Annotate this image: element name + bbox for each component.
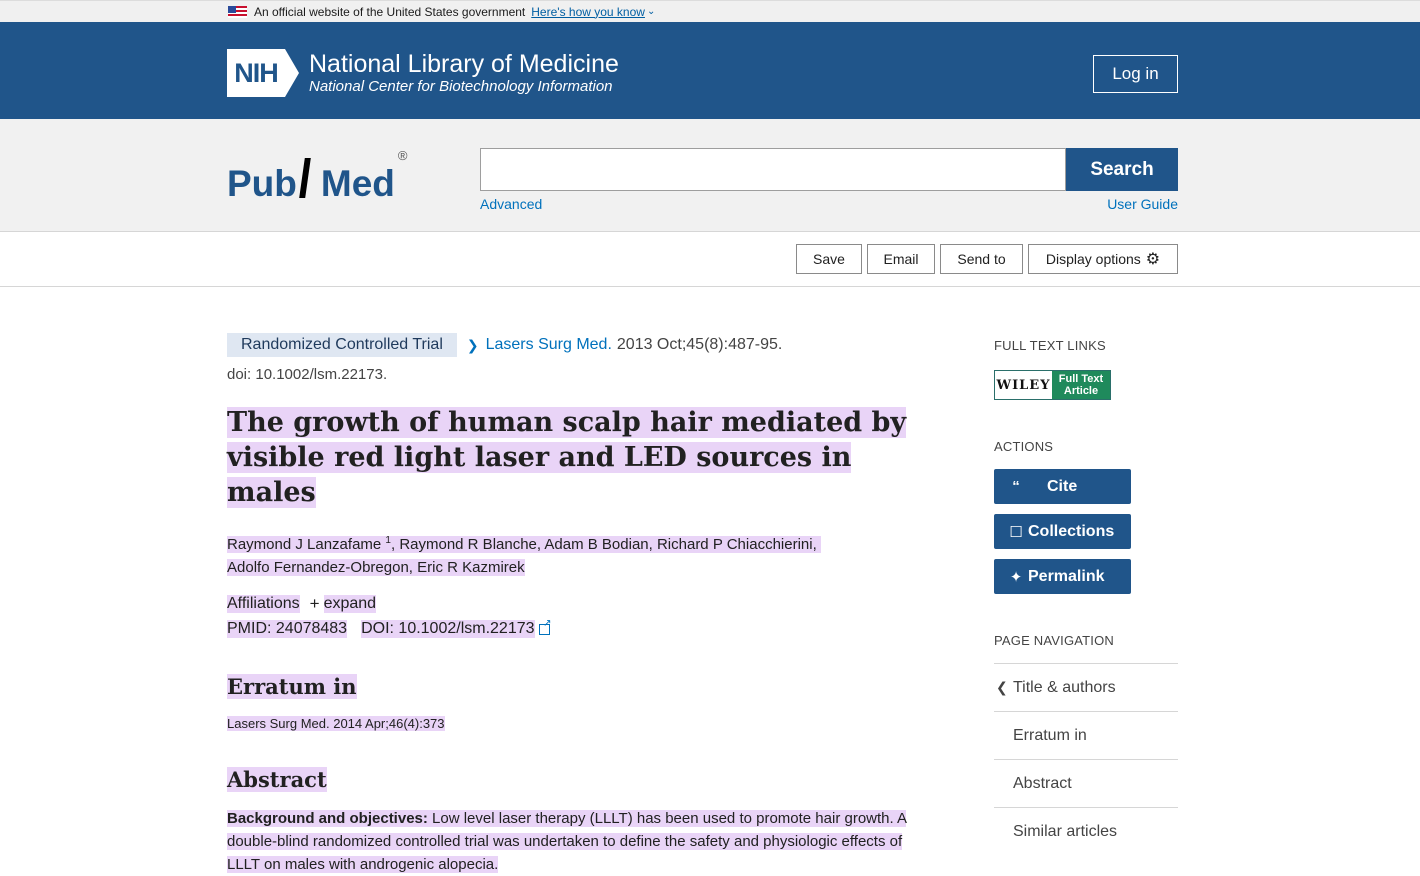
quote-icon: “ — [1012, 478, 1020, 495]
book-icon — [298, 158, 320, 204]
wiley-logo: WILEY — [995, 371, 1052, 399]
article-toolbar: Save Email Send to Display options ⚙ — [0, 232, 1420, 287]
registered-mark: ® — [397, 148, 408, 163]
pubmed-logo-med: Med — [320, 163, 395, 204]
page-navigation-heading: PAGE NAVIGATION — [994, 633, 1115, 648]
user-guide-link[interactable]: User Guide — [1107, 196, 1178, 212]
erratum-citation[interactable]: Lasers Surg Med. 2014 Apr;46(4):373 — [227, 716, 445, 731]
full-text-links-heading: FULL TEXT LINKS — [994, 338, 1106, 353]
save-button[interactable]: Save — [796, 244, 862, 274]
abstract-label: Background and objectives: — [227, 810, 428, 827]
article-sidebar: FULL TEXT LINKS WILEY Full Text Article … — [994, 338, 1178, 856]
doi-link[interactable]: DOI: 10.1002/lsm.22173 — [361, 620, 535, 638]
author-link[interactable]: Raymond J Lanzafame — [227, 536, 381, 553]
nav-item-title-authors[interactable]: ❮ Title & authors — [994, 664, 1178, 712]
page-navigation-list: ❮ Title & authors Erratum in Abstract Si… — [994, 663, 1178, 856]
ncbi-subtitle: National Center for Biotechnology Inform… — [309, 78, 613, 95]
article-title: The growth of human scalp hair mediated … — [227, 405, 927, 510]
chevron-right-icon: ❯ — [466, 336, 479, 353]
authors-list: Raymond J Lanzafame 1, Raymond R Blanche… — [227, 529, 927, 579]
wiley-full-text-link[interactable]: WILEY Full Text Article — [994, 370, 1111, 400]
display-options-label: Display options — [1045, 251, 1141, 267]
nav-item-label: Title & authors — [1013, 678, 1116, 696]
search-button[interactable]: Search — [1066, 148, 1178, 191]
permalink-button[interactable]: ✦ Permalink — [994, 559, 1131, 594]
share-icon: ✦ — [1009, 568, 1023, 586]
send-to-button[interactable]: Send to — [940, 244, 1023, 274]
display-options-button[interactable]: Display options ⚙ — [1028, 244, 1178, 274]
affiliations-row: Affiliations + expand — [227, 594, 927, 614]
pubmed-logo[interactable]: Pub Med ® — [227, 144, 407, 204]
login-button[interactable]: Log in — [1093, 55, 1178, 93]
nih-header: NIH National Library of Medicine Nationa… — [0, 22, 1420, 119]
pmid: PMID: 24078483 — [227, 620, 348, 638]
chevron-down-icon[interactable]: ⌄ — [647, 6, 655, 17]
email-button[interactable]: Email — [867, 244, 935, 274]
identifiers-row: PMID: 24078483 DOI: 10.1002/lsm.22173 — [227, 618, 927, 638]
nav-item-label: Abstract — [1013, 774, 1072, 792]
erratum-heading: Erratum in — [227, 674, 927, 700]
nlm-title: National Library of Medicine — [309, 50, 619, 78]
collections-label: Collections — [1028, 522, 1115, 540]
wiley-badge-line-2: Article — [1063, 385, 1099, 397]
cite-label: Cite — [1047, 477, 1078, 495]
permalink-label: Permalink — [1028, 567, 1105, 585]
external-link-icon[interactable] — [538, 618, 552, 635]
nav-item-erratum[interactable]: Erratum in — [994, 712, 1178, 760]
abstract-heading-text: Abstract — [227, 767, 327, 792]
abstract-heading: Abstract — [227, 767, 927, 793]
pubmed-logo-pub: Pub — [227, 163, 297, 204]
nav-item-label: Similar articles — [1013, 823, 1118, 840]
journal-citation: 2013 Oct;45(8):487-95. — [616, 336, 783, 353]
journal-link[interactable]: Lasers Surg Med. — [486, 336, 612, 354]
nih-titles: National Library of Medicine National Ce… — [309, 50, 619, 96]
heres-how-you-know-link[interactable]: Here's how you know — [531, 5, 645, 19]
publication-type-badge: Randomized Controlled Trial — [227, 333, 457, 357]
cite-button[interactable]: “ Cite — [994, 469, 1131, 504]
erratum-heading-text: Erratum in — [227, 674, 357, 699]
authors-rest[interactable]: , Raymond R Blanche, Adam B Bodian, Rich… — [391, 536, 817, 553]
nav-item-label: Erratum in — [1013, 726, 1087, 744]
nav-item-similar-articles[interactable]: Similar articles — [994, 808, 1178, 856]
us-flag-icon — [228, 5, 247, 18]
gear-icon: ⚙ — [1145, 251, 1161, 268]
affiliations-label: Affiliations — [227, 595, 300, 613]
authors-line-2[interactable]: Adolfo Fernandez-Obregon, Eric R Kazmire… — [227, 559, 525, 576]
abstract-paragraph: Background and objectives: Low level las… — [227, 807, 937, 876]
nih-logo[interactable]: NIH National Library of Medicine Nationa… — [227, 49, 619, 97]
expand-affiliations-button[interactable]: expand — [323, 595, 377, 613]
doi-line: doi: 10.1002/lsm.22173. — [227, 366, 388, 383]
gov-banner: An official website of the United States… — [0, 0, 1420, 22]
wiley-full-text-badge: Full Text Article — [1052, 371, 1110, 399]
actions-heading: ACTIONS — [994, 439, 1054, 454]
gov-banner-text: An official website of the United States… — [254, 4, 526, 19]
wiley-badge-line-1: Full Text — [1058, 373, 1104, 385]
collections-button[interactable]: ☐ Collections — [994, 514, 1131, 549]
nih-logo-arrow — [285, 49, 299, 97]
advanced-search-link[interactable]: Advanced — [480, 196, 542, 212]
search-input[interactable] — [480, 148, 1066, 191]
bookmark-icon: ☐ — [1009, 523, 1023, 541]
search-band: Pub Med ® Search Advanced User Guide — [0, 119, 1420, 232]
chevron-left-icon: ❮ — [996, 679, 1008, 695]
plus-icon[interactable]: + — [310, 594, 320, 614]
nih-logo-box: NIH — [227, 49, 285, 97]
article-meta: Randomized Controlled Trial ❯ Lasers Sur… — [227, 333, 927, 357]
authors-line-1: Raymond J Lanzafame 1, Raymond R Blanche… — [227, 535, 821, 553]
article-main: Randomized Controlled Trial ❯ Lasers Sur… — [227, 333, 927, 876]
article-title-text: The growth of human scalp hair mediated … — [227, 407, 907, 508]
nav-item-abstract[interactable]: Abstract — [994, 760, 1178, 808]
